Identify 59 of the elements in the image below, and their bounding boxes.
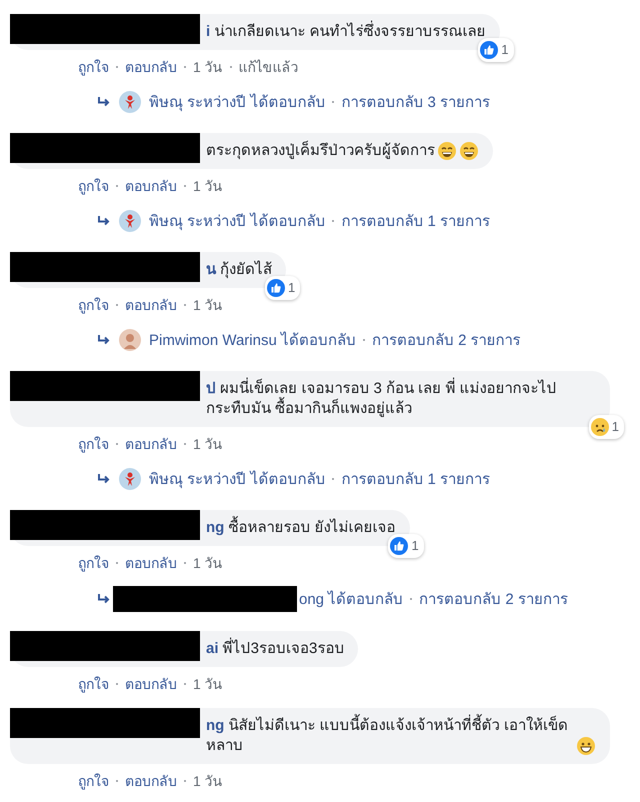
reaction-count: 1 bbox=[411, 537, 419, 555]
like-link[interactable]: ถูกใจ bbox=[78, 554, 109, 572]
like-link[interactable]: ถูกใจ bbox=[78, 435, 109, 453]
like-link[interactable]: ถูกใจ bbox=[78, 296, 109, 314]
reply-link[interactable]: ตอบกลับ bbox=[125, 554, 177, 572]
reply-link[interactable]: ตอบกลับ bbox=[125, 177, 177, 195]
comment-text: ตระกุดหลวงปู่เค็มรึป่าวครับผู้จัดการ bbox=[206, 141, 435, 161]
reaction-badge[interactable]: 1 bbox=[264, 276, 300, 300]
reply-count-link[interactable]: การตอบกลับ 1 รายการ bbox=[341, 467, 490, 491]
like-link[interactable]: ถูกใจ bbox=[78, 675, 109, 693]
thumbs-up-icon bbox=[480, 41, 498, 59]
timestamp: 1 วัน bbox=[193, 58, 223, 76]
reaction-count: 1 bbox=[612, 418, 619, 436]
thumbs-up-icon bbox=[390, 537, 408, 555]
replies-link[interactable]: Pimwimon Warinsu ได้ตอบกลับ bbox=[149, 328, 356, 352]
reply-link[interactable]: ตอบกลับ bbox=[125, 435, 177, 453]
reply-count-link[interactable]: การตอบกลับ 1 รายการ bbox=[341, 209, 490, 233]
laughing-face-icon bbox=[459, 141, 479, 161]
reaction-badge[interactable]: 1 bbox=[588, 415, 624, 439]
edited-label: แก้ไขแล้ว bbox=[238, 58, 299, 76]
avatar[interactable] bbox=[119, 329, 141, 351]
reply-link[interactable]: ตอบกลับ bbox=[125, 772, 177, 790]
reply-count-link[interactable]: การตอบกลับ 2 รายการ bbox=[372, 328, 521, 352]
reply-arrow-icon bbox=[98, 594, 111, 604]
replies-link[interactable]: พิษณุ ระหว่างปี ได้ตอบกลับ bbox=[149, 209, 326, 233]
replies-link[interactable]: พิษณุ ระหว่างปี ได้ตอบกลับ bbox=[149, 90, 326, 114]
replies-link[interactable]: ong ได้ตอบกลับ bbox=[299, 587, 404, 611]
grinning-face-icon bbox=[576, 736, 596, 756]
avatar[interactable] bbox=[119, 91, 141, 113]
reply-arrow-icon bbox=[98, 96, 111, 108]
timestamp: 1 วัน bbox=[193, 554, 223, 572]
reply-link[interactable]: ตอบกลับ bbox=[125, 296, 177, 314]
timestamp: 1 วัน bbox=[193, 435, 223, 453]
timestamp: 1 วัน bbox=[193, 772, 223, 790]
reaction-badge[interactable]: 1 bbox=[478, 38, 514, 62]
reply-arrow-icon bbox=[98, 216, 111, 226]
avatar[interactable] bbox=[119, 210, 141, 232]
timestamp: 1 วัน bbox=[193, 675, 223, 693]
reply-link[interactable]: ตอบกลับ bbox=[125, 675, 177, 693]
comment-text: ng นิสัยไม่ดีเนาะ แบบนี้ต้องแจ้งเจ้าหน้าที่ชี้ตัว เอาให้เข็ดหลาบ bbox=[206, 716, 574, 756]
reaction-count: 1 bbox=[288, 279, 296, 297]
reaction-count: 1 bbox=[501, 41, 509, 59]
thumbs-up-icon bbox=[266, 279, 285, 297]
reply-count-link[interactable]: การตอบกลับ 3 รายการ bbox=[341, 90, 490, 114]
laughing-face-icon bbox=[437, 141, 457, 161]
reply-arrow-icon bbox=[98, 474, 111, 484]
reply-link[interactable]: ตอบกลับ bbox=[125, 58, 177, 76]
timestamp: 1 วัน bbox=[193, 296, 223, 314]
reaction-badge[interactable]: 1 bbox=[388, 534, 424, 558]
like-link[interactable]: ถูกใจ bbox=[78, 772, 109, 790]
replies-link[interactable]: พิษณุ ระหว่างปี ได้ตอบกลับ bbox=[149, 467, 326, 491]
like-link[interactable]: ถูกใจ bbox=[78, 58, 109, 76]
timestamp: 1 วัน bbox=[193, 177, 223, 195]
comment-text: ai พี่ไป3รอบเจอ3รอบ bbox=[206, 639, 344, 659]
like-link[interactable]: ถูกใจ bbox=[78, 177, 109, 195]
reply-count-link[interactable]: การตอบกลับ 2 รายการ bbox=[419, 587, 568, 611]
sad-face-icon bbox=[590, 418, 609, 436]
reply-arrow-icon bbox=[98, 334, 111, 346]
avatar[interactable] bbox=[119, 468, 141, 490]
